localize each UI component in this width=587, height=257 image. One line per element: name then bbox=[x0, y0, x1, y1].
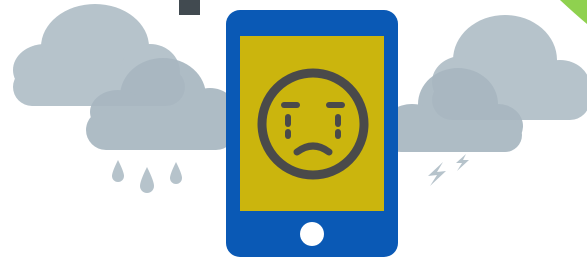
illustration-scene bbox=[0, 0, 587, 257]
dark-block-top bbox=[179, 0, 200, 15]
rain-drop-icon bbox=[170, 162, 182, 184]
lightning-icon bbox=[456, 154, 469, 171]
lightning-bolts bbox=[428, 154, 469, 186]
rain-drop-icon bbox=[140, 167, 154, 193]
phone-home-button bbox=[300, 222, 324, 246]
phone bbox=[226, 10, 398, 257]
sad-phone-illustration bbox=[13, 0, 587, 257]
green-accent-corner bbox=[560, 0, 587, 24]
lightning-icon bbox=[428, 162, 446, 186]
rain-drop-icon bbox=[112, 160, 124, 182]
rain-drops bbox=[112, 160, 182, 193]
